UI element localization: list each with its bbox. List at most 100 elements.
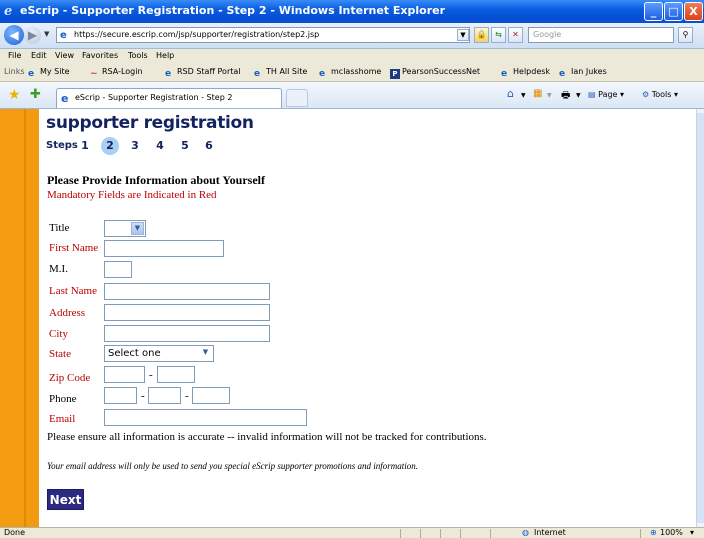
ie-page-icon: e <box>559 69 566 79</box>
tab-current[interactable]: e eScrip - Supporter Registration - Step… <box>56 88 282 108</box>
new-tab-button[interactable] <box>286 89 308 107</box>
steps-label: Steps <box>46 140 78 151</box>
last-name-field[interactable] <box>104 283 270 300</box>
first-name-field[interactable] <box>104 240 224 257</box>
address-dropdown-icon[interactable]: ▼ <box>457 29 469 41</box>
title-label: Title <box>49 222 70 234</box>
maximize-button[interactable]: □ <box>664 2 683 21</box>
ie-page-icon: e <box>61 92 69 105</box>
mi-label: M.I. <box>49 263 68 275</box>
link-mclasshome[interactable]: e mclasshome <box>319 67 381 79</box>
address-field[interactable]: e https://secure.escrip.com/jsp/supporte… <box>56 27 470 43</box>
phone-line-field[interactable] <box>192 387 230 404</box>
zip-code-label: Zip Code <box>49 372 91 384</box>
url-text: https://secure.escrip.com/jsp/supporter/… <box>74 30 320 39</box>
step-2-active: 2 <box>101 137 119 155</box>
vertical-scrollbar[interactable] <box>696 109 704 527</box>
back-arrow-icon: ◀ <box>9 28 19 42</box>
home-icon[interactable]: ⌂ <box>507 87 514 100</box>
address-toolbar: ◀ ▶ ▼ e https://secure.escrip.com/jsp/su… <box>0 23 704 49</box>
back-button[interactable]: ◀ <box>4 25 24 45</box>
step-3: 3 <box>131 139 139 152</box>
feeds-dropdown-icon[interactable]: ▼ <box>547 92 552 99</box>
email-field[interactable] <box>104 409 307 426</box>
forward-button[interactable]: ▶ <box>24 27 41 44</box>
print-dropdown-icon[interactable]: ▼ <box>576 92 581 99</box>
state-select[interactable]: Select one ▼ <box>104 345 214 362</box>
link-ian-jukes[interactable]: e Ian Jukes <box>559 67 607 79</box>
link-rsd-staff-portal[interactable]: e RSD Staff Portal <box>165 67 241 79</box>
rsa-icon: ~ <box>90 69 98 79</box>
title-bar: e eScrip - Supporter Registration - Step… <box>0 0 704 23</box>
phone-prefix-field[interactable] <box>148 387 181 404</box>
ie-page-icon: e <box>28 69 35 79</box>
search-input[interactable]: Google <box>528 27 674 43</box>
phone-area-code-field[interactable] <box>104 387 137 404</box>
menu-tools[interactable]: Tools <box>128 51 148 60</box>
form-title: Please Provide Information about Yoursel… <box>47 173 265 187</box>
tab-title: eScrip - Supporter Registration - Step 2 <box>75 93 233 102</box>
recent-pages-dropdown-icon[interactable]: ▼ <box>44 30 49 38</box>
phone-label: Phone <box>49 393 77 405</box>
search-icon[interactable]: ⚲ <box>678 27 693 43</box>
city-field[interactable] <box>104 325 270 342</box>
mi-field[interactable] <box>104 261 132 278</box>
link-my-site[interactable]: e My Site <box>28 67 70 79</box>
stop-icon[interactable]: ✕ <box>508 27 523 43</box>
address-field[interactable] <box>104 304 270 321</box>
address-label: Address <box>49 307 86 319</box>
state-label: State <box>49 348 71 360</box>
page-icon: ▤ <box>588 90 596 99</box>
favorites-star-icon[interactable]: ★ <box>8 87 21 103</box>
search-placeholder: Google <box>533 30 562 39</box>
email-privacy-note: Your email address will only be used to … <box>47 461 418 471</box>
menu-edit[interactable]: Edit <box>31 51 47 60</box>
menu-help[interactable]: Help <box>156 51 174 60</box>
page-heading: supporter registration <box>46 113 254 133</box>
state-select-value: Select one <box>108 348 161 359</box>
email-label: Email <box>49 413 76 425</box>
ie-page-icon: e <box>254 69 261 79</box>
security-lock-icon[interactable]: 🔒 <box>474 27 489 43</box>
zip-code-field[interactable] <box>104 366 145 383</box>
link-pearsonsuccessnet[interactable]: P PearsonSuccessNet <box>390 67 480 79</box>
menu-file[interactable]: File <box>8 51 21 60</box>
mandatory-note: Mandatory Fields are Indicated in Red <box>47 189 217 201</box>
link-th-all-site[interactable]: e TH All Site <box>254 67 307 79</box>
step-5: 5 <box>181 139 189 152</box>
home-dropdown-icon[interactable]: ▼ <box>521 92 526 99</box>
first-name-label: First Name <box>49 242 99 254</box>
menu-favorites[interactable]: Favorites <box>82 51 118 60</box>
ie-page-icon: e <box>165 69 172 79</box>
print-icon[interactable]: 🖶 <box>561 88 570 105</box>
refresh-icon[interactable]: ⇆ <box>491 27 506 43</box>
window-title: eScrip - Supporter Registration - Step 2… <box>20 4 446 17</box>
title-select[interactable]: ▼ <box>104 220 146 237</box>
zip-code-extension-field[interactable] <box>157 366 195 383</box>
link-helpdesk[interactable]: e Helpdesk <box>501 67 550 79</box>
menu-bar: File Edit View Favorites Tools Help <box>0 49 704 64</box>
pearson-icon: P <box>390 69 400 79</box>
tools-menu-button[interactable]: ⚙ Tools ▾ <box>642 90 678 99</box>
links-bar: Links e My Site ~ RSA-Login e RSD Staff Por… <box>0 64 704 82</box>
chevron-down-icon: ▼ <box>131 222 144 235</box>
gear-icon: ⚙ <box>642 90 650 99</box>
add-favorite-icon[interactable]: ✚ <box>30 87 41 102</box>
step-6: 6 <box>205 139 213 152</box>
link-rsa-login[interactable]: ~ RSA-Login <box>90 67 143 79</box>
menu-view[interactable]: View <box>55 51 74 60</box>
zip-dash: - <box>149 369 153 381</box>
accuracy-note: Please ensure all information is accurat… <box>47 431 487 443</box>
next-button[interactable]: Next <box>47 489 84 510</box>
ie-logo-icon: e <box>4 4 13 19</box>
city-label: City <box>49 328 68 340</box>
feeds-icon[interactable]: ▦ <box>533 88 542 99</box>
last-name-label: Last Name <box>49 285 97 297</box>
ie-page-icon: e <box>319 69 326 79</box>
minimize-button[interactable]: _ <box>644 2 663 21</box>
page-menu-button[interactable]: ▤ Page ▾ <box>588 90 624 99</box>
close-button[interactable]: X <box>684 2 703 21</box>
forward-arrow-icon: ▶ <box>27 28 38 42</box>
links-label: Links <box>4 67 25 76</box>
step-4: 4 <box>156 139 164 152</box>
